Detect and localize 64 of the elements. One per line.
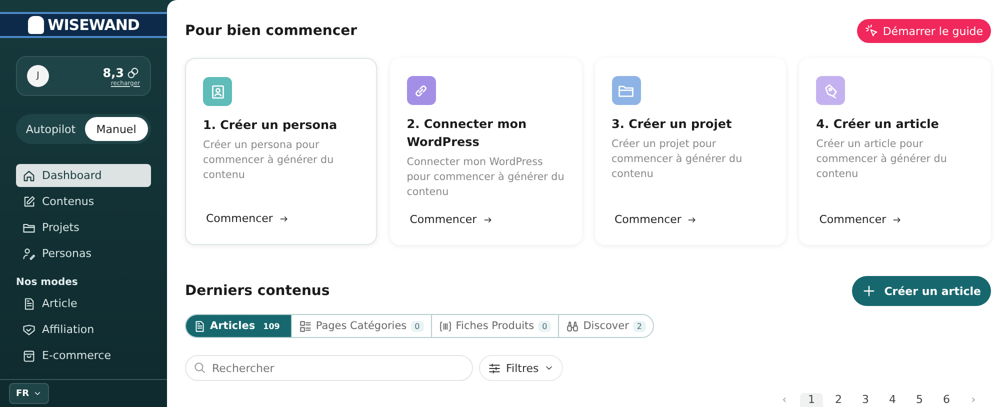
item-count: 0 [410,320,424,332]
edit-icon [22,194,36,208]
create-article-button[interactable]: Créer un article [852,276,991,306]
card-description: Créer un article pour commencer à générer du contenu [816,137,948,182]
start-link[interactable]: Commencer [206,212,359,225]
document-icon [193,320,206,332]
card-description: Connecter mon WordPress pour commencer à générer du contenu [406,155,564,200]
start-link[interactable]: Commencer [614,213,770,226]
item-count: 2 [632,320,646,332]
nav-item[interactable]: Personas [16,242,151,265]
start-guide-button[interactable]: Démarrer le guide [856,19,991,43]
home-icon [22,168,36,182]
user-pen-icon [22,246,36,260]
page-number[interactable]: 6 [935,393,958,407]
section-heading: Derniers contenus [185,283,330,299]
page-number[interactable]: 2 [827,393,850,407]
item-count: 109 [262,320,281,332]
arrow-right-icon [482,214,493,224]
nav-item[interactable]: Article [16,292,151,315]
start-link[interactable]: Commencer [410,213,564,226]
card-title: 1. Créer un persona [203,117,338,134]
search-icon [193,361,206,374]
arrow-right-icon [278,214,289,224]
page-number[interactable]: 4 [881,393,904,407]
document-icon [22,296,36,310]
arrow-right-icon [892,214,902,224]
logo-text: WISEWAND [48,16,140,34]
bag-icon [22,348,36,362]
credit-balance: 8,3 [102,66,124,80]
mode-option[interactable]: Manuel [84,117,148,141]
cursor-click-icon [864,24,879,38]
nav-item[interactable]: Dashboard [16,164,151,187]
coins-icon [126,66,140,80]
page-number[interactable]: 5 [908,393,931,407]
bracket-bars-icon [438,320,452,332]
avatar[interactable]: J [27,65,49,87]
page-number[interactable]: 1 [800,393,823,407]
nav-item[interactable]: Projets [16,216,151,239]
page-number[interactable]: 3 [854,393,877,407]
section-title: Nos modes [16,277,79,288]
search-field[interactable]: Rechercher [185,355,473,381]
section-heading: Pour bien commencer [185,23,358,39]
mode-option[interactable]: Autopilot [19,117,82,141]
content-tab[interactable]: Discover 2 [558,315,653,337]
sliders-icon [488,362,501,374]
plus-icon [862,284,876,298]
card-title: 4. Créer un article [816,116,940,133]
language-select[interactable]: FR [9,383,50,404]
filter-button[interactable]: Filtres [479,355,563,381]
nav-item[interactable]: Affiliation [16,318,151,341]
shield-check-icon [22,322,36,336]
nav-item[interactable]: Contenus [16,190,151,213]
caret-icon [33,389,42,398]
card-title: 2. Connecter mon WordPress [406,116,528,151]
item-count: 0 [538,320,552,332]
content-tab[interactable]: Articles 109 [186,315,291,337]
list-grid-icon [298,320,312,332]
nav-item[interactable]: E-commerce [16,344,151,367]
start-link[interactable]: Commencer [819,213,974,226]
arrow-right-icon [687,214,698,224]
card-title: 3. Créer un projet [612,116,733,133]
card-description: Créer un projet pour commencer à générer du contenu [612,137,744,182]
binoculars-icon [566,320,580,332]
card-description: Créer un persona pour commencer à générer du contenu [203,138,335,183]
